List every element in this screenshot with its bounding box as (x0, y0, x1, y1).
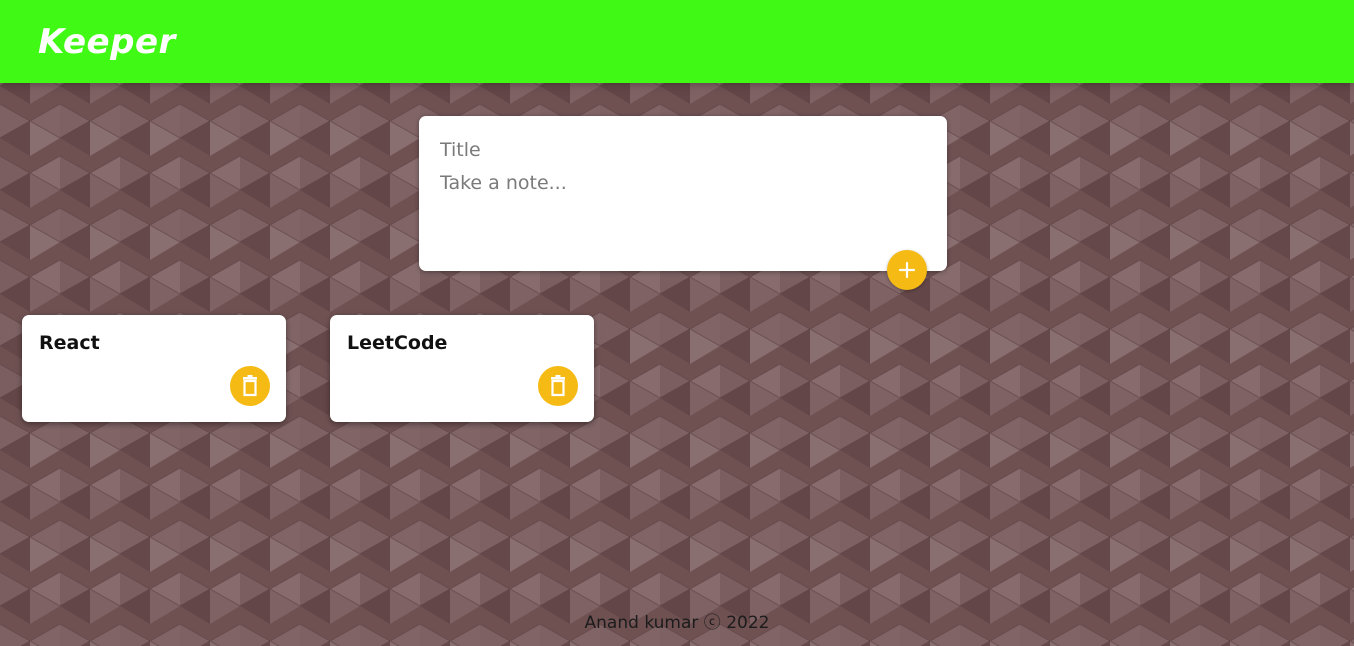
delete-note-button[interactable] (538, 366, 578, 406)
footer-copyright: Anand kumar ⓒ 2022 (584, 613, 770, 633)
note-title: LeetCode (347, 332, 448, 354)
add-icon (898, 261, 916, 279)
delete-icon (551, 375, 565, 397)
note-title: React (39, 332, 100, 354)
create-note-form (419, 116, 947, 290)
delete-icon (243, 375, 257, 397)
app-title: Keeper (38, 22, 176, 62)
note-card: React (22, 315, 286, 422)
add-note-button[interactable] (887, 250, 927, 290)
app-header: Keeper (0, 0, 1354, 83)
delete-note-button[interactable] (230, 366, 270, 406)
page-footer: Anand kumar ⓒ 2022 (0, 610, 1354, 636)
note-content-input[interactable] (440, 170, 920, 250)
note-title-input[interactable] (440, 136, 920, 164)
note-card: LeetCode (330, 315, 594, 422)
